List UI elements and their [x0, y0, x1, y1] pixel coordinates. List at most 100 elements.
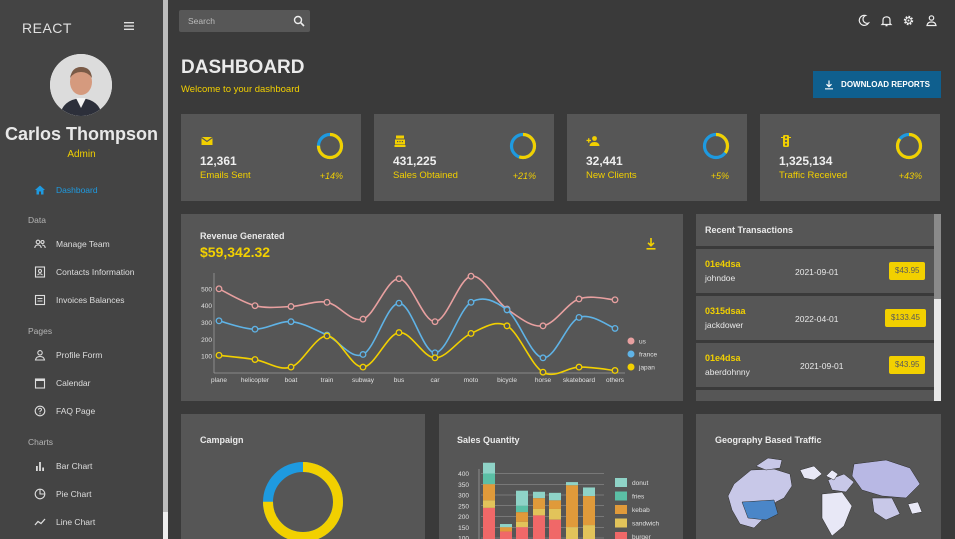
- search-icon[interactable]: [293, 15, 305, 27]
- sidebar-item-label: Manage Team: [56, 239, 110, 249]
- transactions-header: Recent Transactions: [696, 214, 934, 246]
- menu-icon[interactable]: [122, 19, 136, 33]
- home-icon: [35, 185, 45, 195]
- transaction-row[interactable]: [696, 390, 934, 401]
- sidebar-item-contacts[interactable]: Contacts Information: [34, 264, 134, 280]
- section-data: Data: [28, 215, 46, 225]
- revenue-value: $59,342.32: [200, 244, 271, 260]
- data-point: [215, 351, 223, 359]
- data-point: [323, 298, 331, 306]
- revenue-panel: 100 200 300 400 500 plane helicopter boat train s…: [181, 214, 683, 401]
- download-icon: [825, 80, 834, 89]
- legend-swatch: [615, 532, 627, 539]
- data-point: [467, 329, 475, 337]
- transaction-date: 2021-09-01: [795, 267, 839, 277]
- transaction-user: aberdohnny: [705, 367, 750, 377]
- bar-segment: [583, 496, 595, 526]
- bar-segment: [549, 508, 561, 520]
- sidebar-item-bar-chart[interactable]: Bar Chart: [34, 458, 92, 474]
- sidebar-item-label: Line Chart: [56, 517, 96, 527]
- dark-mode-icon[interactable]: [857, 14, 870, 27]
- y-tick-label: 300: [201, 320, 212, 327]
- bar-segment: [566, 482, 578, 486]
- bar-segment: [483, 500, 495, 508]
- legend-swatch: [615, 491, 627, 501]
- campaign-panel: Campaign: [181, 414, 425, 539]
- sidebar-item-calendar[interactable]: Calendar: [34, 375, 91, 391]
- campaign-title: Campaign: [200, 435, 244, 445]
- bar-segment: [549, 492, 561, 501]
- sidebar-item-invoices[interactable]: Invoices Balances: [34, 292, 125, 308]
- legend-swatch: [627, 363, 635, 371]
- traffic-icon: [781, 135, 791, 147]
- sidebar-item-line-chart[interactable]: Line Chart: [34, 514, 95, 530]
- legend-label: sandwich: [632, 521, 659, 528]
- stat-value: 12,361: [200, 154, 237, 168]
- y-tick-label: 400: [201, 303, 212, 310]
- transaction-user: johndoe: [705, 273, 736, 283]
- data-point: [395, 329, 403, 337]
- sidebar-item-manage-team[interactable]: Manage Team: [34, 236, 110, 252]
- user-icon[interactable]: [925, 14, 938, 27]
- transaction-id: 01e4dsa: [705, 259, 741, 269]
- search-box: [179, 10, 310, 32]
- sidebar: REACT Carlos Thompson Admin Dashboard Da…: [0, 0, 163, 539]
- download-icon[interactable]: [645, 237, 657, 251]
- data-point: [611, 296, 619, 304]
- progress-ring: [316, 132, 344, 160]
- transaction-row[interactable]: 01e4dsa aberdohnny 2021-09-01 $43.95: [696, 343, 934, 387]
- transaction-date: 2021-09-01: [800, 361, 844, 371]
- transactions-title: Recent Transactions: [705, 225, 794, 235]
- scrollbar-thumb[interactable]: [934, 299, 941, 401]
- legend-swatch: [615, 505, 627, 514]
- sidebar-item-profile[interactable]: Profile Form: [34, 347, 102, 363]
- data-point: [575, 313, 583, 321]
- download-reports-button[interactable]: DOWNLOAD REPORTS: [813, 71, 941, 98]
- user-name: Carlos Thompson: [4, 124, 158, 144]
- y-tick-label: 350: [458, 482, 469, 489]
- bar-segment: [516, 521, 528, 528]
- search-input[interactable]: [179, 10, 289, 32]
- bar-segment: [516, 527, 528, 539]
- contacts-icon: [34, 266, 46, 278]
- stat-change: +5%: [710, 171, 729, 181]
- person-icon: [34, 350, 46, 361]
- pie-chart-icon: [34, 488, 46, 500]
- sidebar-item-label: Dashboard: [56, 185, 98, 195]
- stat-card-sales: 431,225 Sales Obtained +21%: [374, 114, 554, 201]
- transaction-row[interactable]: 01e4dsa johndoe 2021-09-01 $43.95: [696, 249, 934, 293]
- y-tick-label: 250: [458, 503, 469, 510]
- transaction-date: 2022-04-01: [795, 314, 839, 324]
- data-point: [575, 295, 583, 303]
- legend-label: fries: [632, 494, 645, 501]
- x-tick-label: car: [430, 377, 440, 384]
- data-point: [431, 318, 439, 326]
- x-tick-label: train: [321, 377, 334, 384]
- settings-icon[interactable]: [902, 14, 915, 27]
- sidebar-item-dashboard[interactable]: Dashboard: [34, 182, 98, 198]
- sidebar-item-faq[interactable]: FAQ Page: [34, 403, 95, 419]
- y-tick-label: 400: [458, 471, 469, 478]
- sidebar-scrollbar[interactable]: [163, 0, 168, 539]
- data-point: [611, 367, 619, 374]
- legend-label: japan: [638, 365, 655, 372]
- notifications-icon[interactable]: [880, 14, 893, 27]
- scrollbar-thumb[interactable]: [163, 512, 168, 539]
- bar-segment: [483, 484, 495, 501]
- data-point: [251, 302, 259, 310]
- sidebar-item-label: Profile Form: [56, 350, 103, 360]
- sidebar-item-pie-chart[interactable]: Pie Chart: [34, 486, 91, 502]
- stat-change: +14%: [319, 171, 343, 181]
- campaign-progress-ring: [263, 462, 343, 539]
- transactions-scrollbar[interactable]: [934, 214, 941, 401]
- data-point: [467, 272, 475, 280]
- legend-swatch: [615, 478, 627, 487]
- bar-segment: [516, 490, 528, 506]
- bar-segment: [583, 487, 595, 497]
- data-point: [287, 303, 295, 310]
- point-of-sale-icon: [394, 135, 406, 147]
- series-line-us: [218, 275, 616, 327]
- transaction-row[interactable]: 0315dsaa jackdower 2022-04-01 $133.45: [696, 296, 934, 340]
- bar-segment: [549, 519, 561, 539]
- bar-segment: [533, 491, 545, 499]
